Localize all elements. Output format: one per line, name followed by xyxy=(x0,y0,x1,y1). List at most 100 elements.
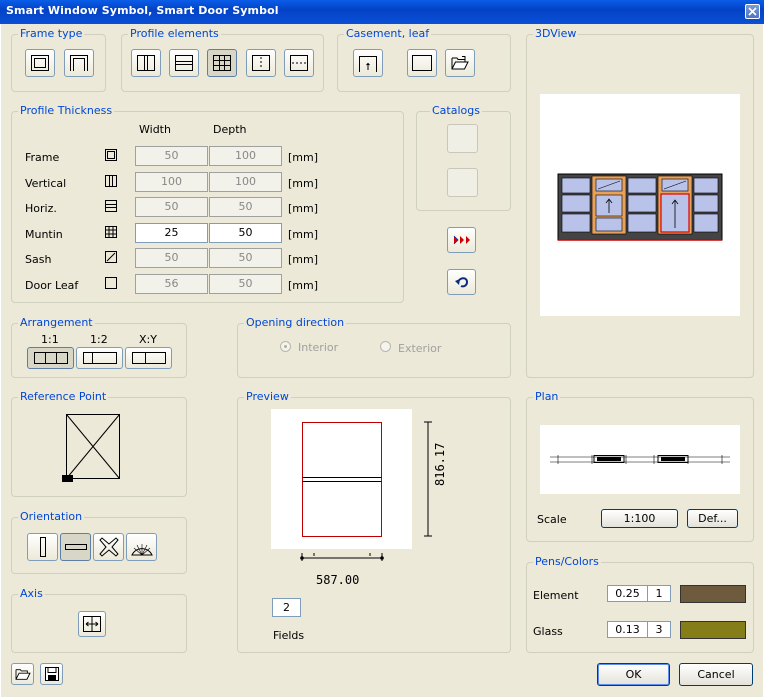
height-dimension-label: 816.17 xyxy=(433,442,447,486)
width-dimension-label: 587.00 xyxy=(316,573,360,587)
pens-colors-legend: Pens/Colors xyxy=(533,555,601,568)
undo-button[interactable] xyxy=(447,269,476,295)
casement-button[interactable] xyxy=(353,49,383,77)
glass-pen-value: 0.13 xyxy=(608,622,648,637)
vertical-profile-icon xyxy=(105,175,117,187)
scale-label: Scale xyxy=(537,513,567,526)
orientation-vertical-button[interactable] xyxy=(27,533,58,561)
reference-point-selector[interactable] xyxy=(60,412,122,489)
profile-muntin-button[interactable] xyxy=(207,49,237,77)
thickness-row-label: Muntin xyxy=(25,228,63,241)
axis-button[interactable] xyxy=(78,611,106,637)
equal-split-icon xyxy=(33,352,68,364)
apply-button[interactable] xyxy=(447,227,476,253)
thickness-row-label: Frame xyxy=(25,151,60,164)
thickness-unit: [mm] xyxy=(288,279,319,292)
element-pen-number: 1 xyxy=(655,587,663,600)
title-bar: Smart Window Symbol, Smart Door Symbol xyxy=(0,0,764,24)
thickness-depth-input[interactable]: 50 xyxy=(209,197,282,217)
thickness-depth-input[interactable]: 50 xyxy=(209,274,282,294)
fields-input[interactable]: 2 xyxy=(272,598,301,617)
custom-split-icon xyxy=(131,352,166,364)
casement-open-button[interactable] xyxy=(445,49,475,77)
profile-dotted-horizontal-button[interactable] xyxy=(284,49,314,77)
thickness-unit: [mm] xyxy=(288,202,319,215)
view3d-canvas[interactable] xyxy=(540,94,740,316)
load-favorite-button[interactable] xyxy=(11,663,34,685)
element-pen-value: 0.25 xyxy=(608,586,648,601)
scale-button[interactable]: 1:100 xyxy=(601,509,678,528)
glass-pen-number: 3 xyxy=(655,623,663,636)
thickness-row-label: Sash xyxy=(25,253,52,266)
cancel-button[interactable]: Cancel xyxy=(679,663,753,686)
thickness-depth-input[interactable]: 50 xyxy=(209,248,282,268)
leaf-button[interactable] xyxy=(407,49,437,77)
orientation-arc-button[interactable] xyxy=(126,533,157,561)
arrangement-1-2-button[interactable] xyxy=(76,347,123,369)
arrangement-1-2-label: 1:2 xyxy=(90,333,108,346)
thickness-width-input[interactable]: 50 xyxy=(135,146,208,166)
glass-label: Glass xyxy=(533,625,563,638)
orientation-horizontal-button[interactable] xyxy=(60,533,91,561)
glass-pen-selector[interactable]: 0.13 3 xyxy=(607,621,671,638)
leaf-icon xyxy=(412,55,432,71)
casement-icon xyxy=(359,56,377,72)
profile-dotted-vertical-button[interactable] xyxy=(246,49,276,77)
save-icon xyxy=(44,667,59,681)
frame-type-rect-button[interactable] xyxy=(25,49,55,77)
vertical-split-icon xyxy=(137,55,155,71)
frame-profile-icon xyxy=(105,149,117,161)
close-button[interactable] xyxy=(745,4,760,19)
cross-icon xyxy=(98,537,119,557)
sash-profile-icon xyxy=(105,251,117,263)
arc-icon xyxy=(130,544,153,556)
profile-elements-legend: Profile elements xyxy=(128,27,221,40)
thickness-width-input[interactable]: 50 xyxy=(135,248,208,268)
arrangement-1-1-button[interactable] xyxy=(27,347,74,369)
def-button[interactable]: Def... xyxy=(687,509,738,528)
thickness-row-label: Door Leaf xyxy=(25,279,79,292)
profile-vertical-button[interactable] xyxy=(131,49,161,77)
orientation-cross-button[interactable] xyxy=(93,533,124,561)
plan-legend: Plan xyxy=(533,390,561,403)
muntin-profile-icon xyxy=(105,226,117,238)
open-folder-icon xyxy=(451,56,469,70)
close-icon xyxy=(748,7,757,16)
thickness-row-label: Horiz. xyxy=(25,202,57,215)
preview-canvas xyxy=(271,409,412,549)
catalog-button-1[interactable] xyxy=(447,124,478,153)
element-color-swatch[interactable] xyxy=(680,585,746,603)
thickness-width-input[interactable]: 25 xyxy=(135,223,208,243)
exterior-radio[interactable] xyxy=(380,341,391,352)
profile-horizontal-button[interactable] xyxy=(169,49,199,77)
thickness-depth-input[interactable]: 100 xyxy=(209,146,282,166)
thickness-width-input[interactable]: 100 xyxy=(135,172,208,192)
undo-icon xyxy=(454,277,468,288)
catalogs-legend: Catalogs xyxy=(430,104,482,117)
arrangement-xy-label: X:Y xyxy=(139,333,157,346)
horizontal-split-icon xyxy=(175,55,193,71)
save-favorite-button[interactable] xyxy=(40,663,63,685)
dotted-vertical-icon xyxy=(252,55,270,71)
preview-legend: Preview xyxy=(244,390,291,403)
element-pen-selector[interactable]: 0.25 1 xyxy=(607,585,671,602)
open-folder-icon xyxy=(15,669,31,680)
catalog-button-2[interactable] xyxy=(447,168,478,197)
casement-legend: Casement, leaf xyxy=(344,27,432,40)
thickness-width-input[interactable]: 50 xyxy=(135,197,208,217)
thickness-width-input[interactable]: 56 xyxy=(135,274,208,294)
glass-color-swatch[interactable] xyxy=(680,621,746,639)
interior-label: Interior xyxy=(298,341,339,354)
interior-radio[interactable] xyxy=(280,341,291,352)
door-leaf-profile-icon xyxy=(105,277,117,289)
axis-legend: Axis xyxy=(18,587,45,600)
thickness-unit: [mm] xyxy=(288,228,319,241)
frame-type-door-button[interactable] xyxy=(64,49,94,77)
ok-button[interactable]: OK xyxy=(597,663,670,686)
horizontal-bar-icon xyxy=(64,544,87,550)
thickness-depth-input[interactable]: 50 xyxy=(209,223,282,243)
thickness-row-label: Vertical xyxy=(25,177,67,190)
opening-direction-group: Opening direction xyxy=(237,316,511,378)
thickness-depth-input[interactable]: 100 xyxy=(209,172,282,192)
arrangement-xy-button[interactable] xyxy=(125,347,172,369)
